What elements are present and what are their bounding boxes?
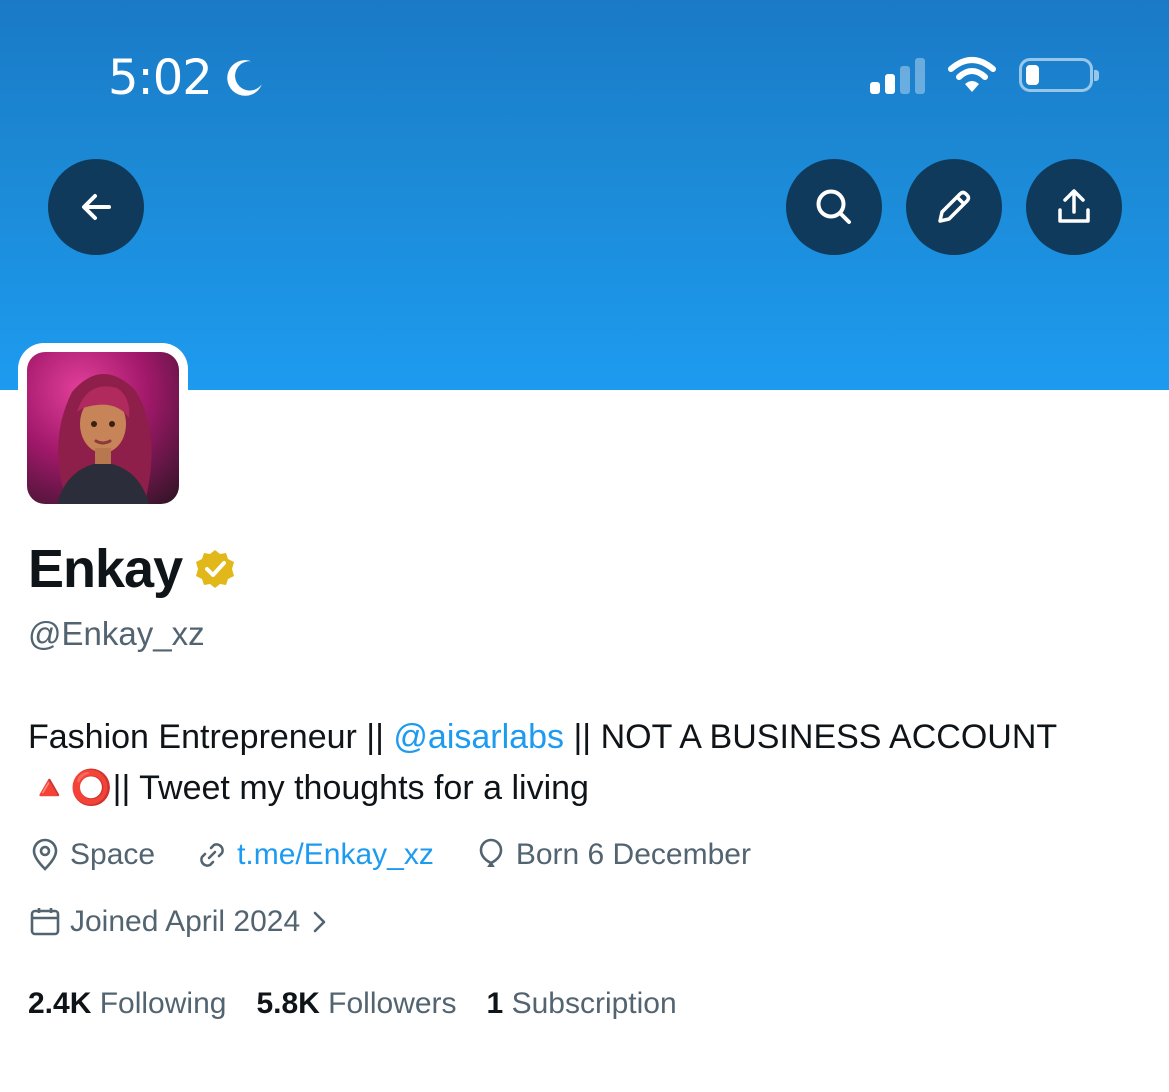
location-text: Space [70,838,156,871]
share-button[interactable] [1026,159,1122,255]
share-icon [1058,189,1090,223]
website[interactable]: t.me/Enkay_xz [195,838,434,872]
followers-stat[interactable]: 5.8K Followers [256,987,456,1021]
edit-button[interactable] [906,159,1002,255]
following-label: Following [99,987,227,1020]
subscription-stat[interactable]: 1 Subscription [487,987,677,1021]
pencil-icon [938,190,971,223]
username: @Enkay_xz [28,615,205,652]
chevron-right-icon[interactable] [308,907,332,937]
followers-count: 5.8K [256,987,320,1020]
joined-text: Joined April 2024 [70,905,301,938]
birthday-text: Born 6 December [515,838,751,871]
bio: Fashion Entrepreneur || @aisarlabs || NO… [28,712,1148,814]
display-name-row: Enkay [28,538,236,600]
profile-meta: Space t.me/Enkay_xz Born 6 December [28,838,791,872]
search-button[interactable] [786,159,882,255]
joined-date[interactable]: Joined April 2024 [28,905,300,939]
wifi-icon [948,57,996,92]
subscription-label: Subscription [511,987,677,1020]
battery-icon [1019,58,1099,92]
search-icon [816,189,851,224]
moon-icon [227,60,262,96]
back-arrow-icon [82,194,111,220]
location: Space [28,838,155,872]
location-pin-icon [32,838,58,871]
status-icons [870,56,1099,94]
back-button[interactable] [48,159,144,255]
bio-emoji: 🔺⭕ [28,769,113,807]
link-icon [200,843,224,867]
balloon-icon [479,838,503,867]
following-stat[interactable]: 2.4K Following [28,987,226,1021]
profile-stats: 2.4K Following 5.8K Followers 1 Subscrip… [28,987,707,1021]
bio-text: Fashion Entrepreneur || [28,718,394,756]
following-count: 2.4K [28,987,92,1020]
signal-icon [870,56,925,94]
calendar-icon [30,908,60,936]
gold-verified-badge-icon[interactable] [194,548,236,590]
status-time: 5:02 [108,48,266,108]
followers-label: Followers [328,987,457,1020]
clock: 5:02 [108,50,213,106]
bio-mention-link[interactable]: @aisarlabs [393,718,564,756]
avatar[interactable] [18,343,188,513]
website-link[interactable]: t.me/Enkay_xz [237,838,434,872]
joined-row[interactable]: Joined April 2024 [28,905,332,939]
avatar-image [27,352,179,504]
birthday: Born 6 December [474,838,751,872]
bio-text: || NOT A BUSINESS ACCOUNT [564,718,1058,756]
bio-text: || Tweet my thoughts for a living [112,769,589,807]
display-name: Enkay [28,539,183,599]
subscription-count: 1 [486,987,504,1020]
